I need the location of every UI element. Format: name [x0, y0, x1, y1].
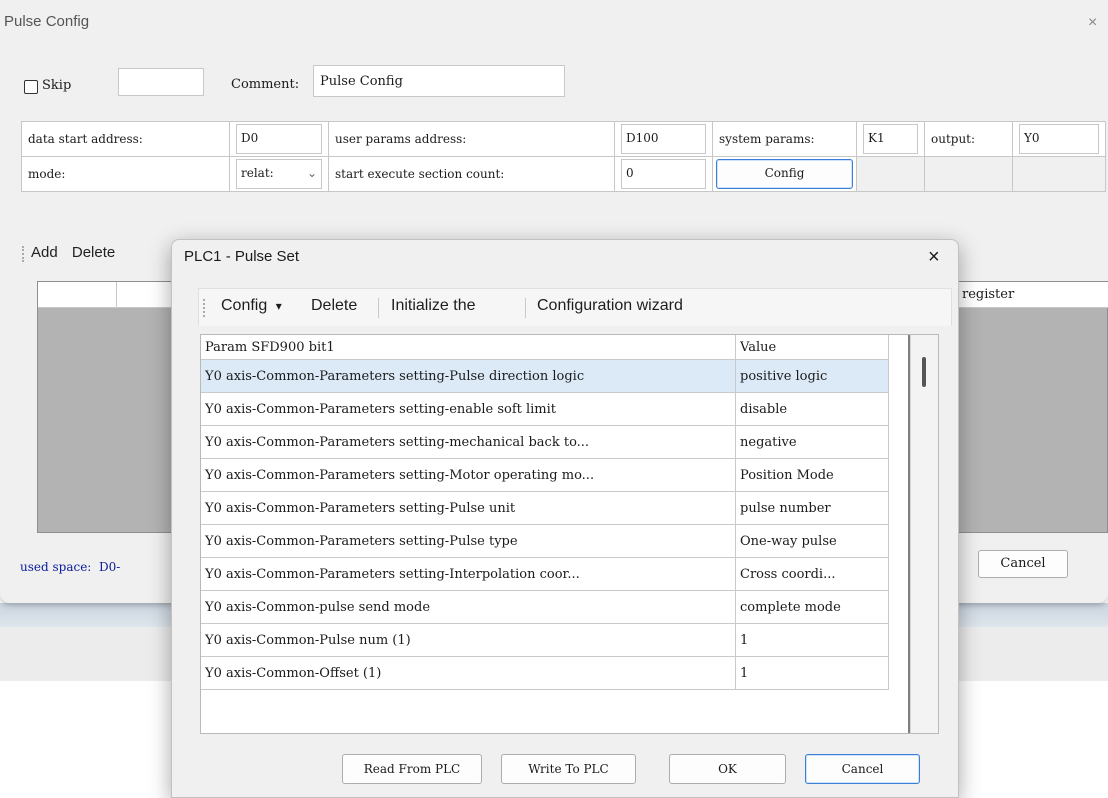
config-button[interactable]: Config [716, 159, 853, 189]
system-params-label: system params: [712, 121, 857, 157]
comment-label: Comment: [231, 77, 300, 92]
table-row[interactable]: Y0 axis-Common-pulse send mode complete m… [201, 590, 889, 624]
param-cell: Y0 axis-Common-Parameters setting-enable… [201, 392, 736, 426]
delete-button[interactable]: Delete [72, 244, 115, 261]
table-row[interactable]: Y0 axis-Common-Parameters setting-Pulse … [201, 359, 889, 393]
read-from-plc-button[interactable]: Read From PLC [342, 754, 482, 784]
empty-cell [1012, 156, 1106, 192]
start-exec-label: start execute section count: [328, 156, 615, 192]
vertical-scrollbar[interactable] [910, 335, 938, 733]
param-cell: Y0 axis-Common-Parameters setting-Pulse … [201, 359, 736, 393]
scrollbar-thumb[interactable] [922, 357, 926, 387]
param-cell: Y0 axis-Common-Parameters setting-Motor … [201, 458, 736, 492]
table-row[interactable]: Y0 axis-Common-Parameters setting-enable… [201, 392, 889, 426]
initialize-button[interactable]: Initialize the [391, 297, 476, 315]
pulse-set-dialog: PLC1 - Pulse Set × Config ▾ Delete Initi… [171, 239, 959, 798]
table-row[interactable]: Y0 axis-Common-Pulse num (1) 1 [201, 623, 889, 657]
value-cell[interactable]: complete mode [735, 590, 889, 624]
close-icon[interactable]: × [1088, 14, 1097, 32]
delete-button[interactable]: Delete [311, 297, 357, 315]
used-space-label: used space: D0- [20, 560, 121, 574]
value-cell[interactable]: negative [735, 425, 889, 459]
param-cell: Y0 axis-Common-Parameters setting-Interp… [201, 557, 736, 591]
skip-input[interactable] [118, 68, 204, 96]
value-column-header: Value [735, 335, 889, 360]
table-row[interactable]: Y0 axis-Common-Offset (1) 1 [201, 656, 889, 690]
toolbar-separator [525, 298, 526, 318]
window-title: Pulse Config [4, 13, 90, 30]
mode-select[interactable]: relat: ⌄ [236, 159, 322, 189]
close-icon[interactable]: × [928, 246, 940, 269]
write-to-plc-button[interactable]: Write To PLC [501, 754, 636, 784]
cancel-button[interactable]: Cancel [805, 754, 920, 784]
data-start-input[interactable]: D0 [236, 124, 322, 154]
config-menu-label: Config [221, 297, 268, 314]
value-cell[interactable]: One-way pulse [735, 524, 889, 558]
output-label: output: [924, 121, 1013, 157]
value-cell[interactable]: 1 [735, 656, 889, 690]
comment-input[interactable]: Pulse Config [313, 65, 565, 97]
mode-value: relat: [241, 166, 274, 180]
skip-label: Skip [42, 78, 72, 93]
column-divider [116, 282, 117, 308]
param-cell: Y0 axis-Common-Parameters setting-Pulse … [201, 491, 736, 525]
configuration-wizard-button[interactable]: Configuration wizard [537, 297, 683, 315]
value-cell[interactable]: pulse number [735, 491, 889, 525]
dialog-title: PLC1 - Pulse Set [184, 248, 300, 265]
param-cell: Y0 axis-Common-Parameters setting-Pulse … [201, 524, 736, 558]
chevron-down-icon: ⌄ [306, 166, 317, 180]
param-column-header: Param SFD900 bit1 [201, 335, 736, 360]
params-grid[interactable]: Param SFD900 bit1 Value Y0 axis-Common-P… [200, 334, 939, 734]
table-row[interactable]: Y0 axis-Common-Parameters setting-mechan… [201, 425, 889, 459]
toolbar-grip [203, 299, 205, 317]
system-params-input[interactable]: K1 [863, 124, 918, 154]
data-start-label: data start address: [21, 121, 230, 157]
table-row[interactable]: Y0 axis-Common-Parameters setting-Motor … [201, 458, 889, 492]
value-cell[interactable]: positive logic [735, 359, 889, 393]
toolbar-separator [378, 298, 379, 318]
cancel-button[interactable]: Cancel [978, 550, 1068, 578]
dialog-toolbar: Config ▾ Delete Initialize the Configura… [198, 288, 952, 326]
empty-cell [856, 156, 925, 192]
params-grid-table: Param SFD900 bit1 Value Y0 axis-Common-P… [201, 335, 889, 690]
start-exec-input[interactable]: 0 [621, 159, 706, 189]
table-row[interactable]: Y0 axis-Common-Parameters setting-Pulse … [201, 524, 889, 558]
value-cell[interactable]: Cross coordi... [735, 557, 889, 591]
value-cell[interactable]: 1 [735, 623, 889, 657]
add-button[interactable]: Add [31, 244, 58, 261]
ok-button[interactable]: OK [669, 754, 786, 784]
param-cell: Y0 axis-Common-Parameters setting-mechan… [201, 425, 736, 459]
toolbar-grip [22, 246, 24, 262]
empty-cell [924, 156, 1013, 192]
param-cell: Y0 axis-Common-Offset (1) [201, 656, 736, 690]
user-params-label: user params address: [328, 121, 615, 157]
user-params-input[interactable]: D100 [621, 124, 706, 154]
output-input[interactable]: Y0 [1019, 124, 1099, 154]
value-cell[interactable]: Position Mode [735, 458, 889, 492]
table-row[interactable]: Y0 axis-Common-Parameters setting-Interp… [201, 557, 889, 591]
config-menu-button[interactable]: Config ▾ [221, 297, 282, 315]
mode-label: mode: [21, 156, 230, 192]
value-cell[interactable]: disable [735, 392, 889, 426]
skip-checkbox[interactable] [24, 80, 38, 94]
register-column-header: register [962, 287, 1015, 302]
used-space-value: D0- [98, 560, 121, 574]
table-row[interactable]: Y0 axis-Common-Parameters setting-Pulse … [201, 491, 889, 525]
back-toolbar: Add Delete [27, 244, 115, 261]
chevron-down-icon: ▾ [275, 299, 282, 313]
param-cell: Y0 axis-Common-pulse send mode [201, 590, 736, 624]
param-cell: Y0 axis-Common-Pulse num (1) [201, 623, 736, 657]
params-table: data start address: D0 user params addre… [21, 121, 1106, 192]
